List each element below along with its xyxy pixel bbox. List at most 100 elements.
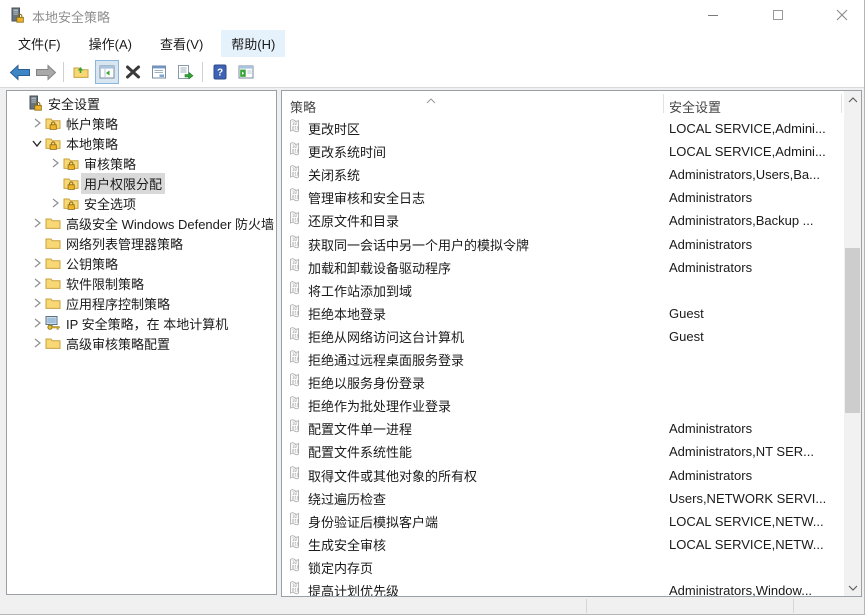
maximize-button[interactable] xyxy=(755,0,801,30)
policy-name[interactable]: 绕过遍历检查 xyxy=(308,489,386,508)
policy-row[interactable]: 10 010 配置文件单一进程 Administrators xyxy=(282,417,842,440)
policy-name[interactable]: 拒绝以服务身份登录 xyxy=(308,373,425,392)
policy-name[interactable]: 拒绝通过远程桌面服务登录 xyxy=(308,350,464,369)
export-list-button[interactable] xyxy=(173,60,197,84)
tree-item-label[interactable]: 软件限制策略 xyxy=(63,273,147,294)
policy-name[interactable]: 更改时区 xyxy=(308,119,360,138)
tree-item-label[interactable]: 帐户策略 xyxy=(63,113,121,134)
scroll-up-icon[interactable] xyxy=(844,91,861,108)
scroll-down-icon[interactable] xyxy=(844,579,861,596)
tree-item-11[interactable]: IP 安全策略，在 本地计算机 xyxy=(29,313,231,333)
policy-row[interactable]: 10 010 身份验证后模拟客户端 LOCAL SERVICE,NETW... xyxy=(282,510,842,533)
up-one-level-button[interactable] xyxy=(69,60,93,84)
policy-name[interactable]: 身份验证后模拟客户端 xyxy=(308,512,438,531)
policy-row[interactable]: 10 010 绕过遍历检查 Users,NETWORK SERVI... xyxy=(282,487,842,510)
policy-name[interactable]: 拒绝作为批处理作业登录 xyxy=(308,396,451,415)
tree-item-3[interactable]: 审核策略 xyxy=(47,153,139,173)
policy-name[interactable]: 取得文件或其他对象的所有权 xyxy=(308,466,477,485)
policy-name[interactable]: 提高计划优先级 xyxy=(308,581,399,596)
minimize-button[interactable] xyxy=(690,0,736,30)
policy-row[interactable]: 10 010 还原文件和目录 Administrators,Backup ... xyxy=(282,209,842,232)
tree-item-4[interactable]: 用户权限分配 xyxy=(47,172,166,194)
tree-item-label[interactable]: IP 安全策略，在 本地计算机 xyxy=(63,313,231,334)
chevron-right-icon[interactable] xyxy=(29,335,45,351)
policy-name[interactable]: 管理审核和安全日志 xyxy=(308,188,425,207)
column-header-security-setting[interactable]: 安全设置 xyxy=(669,97,721,116)
tree-item-5[interactable]: 安全选项 xyxy=(47,193,139,213)
close-button[interactable] xyxy=(819,0,864,30)
menu-item-2[interactable]: 查看(V) xyxy=(150,30,213,57)
chevron-right-icon[interactable] xyxy=(29,215,45,231)
policy-row[interactable]: 10 010 管理审核和安全日志 Administrators xyxy=(282,186,842,209)
policy-row[interactable]: 10 010 更改时区 LOCAL SERVICE,Admini... xyxy=(282,117,842,140)
policy-row[interactable]: 10 010 获取同一会话中另一个用户的模拟令牌 Administrators xyxy=(282,233,842,256)
tree-item-label[interactable]: 应用程序控制策略 xyxy=(63,293,173,314)
policy-name[interactable]: 配置文件系统性能 xyxy=(308,442,412,461)
policy-name[interactable]: 生成安全审核 xyxy=(308,535,386,554)
delete-button[interactable] xyxy=(121,60,145,84)
help-button[interactable]: ? xyxy=(208,60,232,84)
tree-item-label[interactable]: 审核策略 xyxy=(81,153,139,174)
chevron-right-icon[interactable] xyxy=(29,115,45,131)
tree-item-label[interactable]: 用户权限分配 xyxy=(81,172,166,194)
chevron-right-icon[interactable] xyxy=(29,315,45,331)
policy-name[interactable]: 加载和卸载设备驱动程序 xyxy=(308,258,451,277)
policy-name[interactable]: 关闭系统 xyxy=(308,165,360,184)
tree-item-10[interactable]: 应用程序控制策略 xyxy=(29,293,173,313)
policy-row[interactable]: 10 010 拒绝从网络访问这台计算机 Guest xyxy=(282,325,842,348)
policy-row[interactable]: 10 010 拒绝本地登录 Guest xyxy=(282,302,842,325)
menu-item-1[interactable]: 操作(A) xyxy=(79,30,142,57)
scrollbar-thumb[interactable] xyxy=(845,248,860,413)
policy-row[interactable]: 10 010 提高计划优先级 Administrators,Window... xyxy=(282,579,842,596)
column-divider[interactable] xyxy=(663,94,664,113)
policy-row[interactable]: 10 010 拒绝通过远程桌面服务登录 xyxy=(282,348,842,371)
policy-name[interactable]: 更改系统时间 xyxy=(308,142,386,161)
policy-row[interactable]: 10 010 拒绝以服务身份登录 xyxy=(282,371,842,394)
forward-button[interactable] xyxy=(34,60,58,84)
tree-item-label[interactable]: 公钥策略 xyxy=(63,253,121,274)
chevron-right-icon[interactable] xyxy=(29,295,45,311)
policy-row[interactable]: 10 010 更改系统时间 LOCAL SERVICE,Admini... xyxy=(282,140,842,163)
policy-name[interactable]: 配置文件单一进程 xyxy=(308,419,412,438)
column-header-policy[interactable]: 策略 xyxy=(290,97,316,116)
show-action-pane-button[interactable] xyxy=(234,60,258,84)
tree-item-1[interactable]: 帐户策略 xyxy=(29,113,121,133)
tree-item-7[interactable]: 网络列表管理器策略 xyxy=(29,233,186,253)
policy-name[interactable]: 拒绝从网络访问这台计算机 xyxy=(308,327,464,346)
chevron-right-icon[interactable] xyxy=(29,275,45,291)
policy-row[interactable]: 10 010 配置文件系统性能 Administrators,NT SER... xyxy=(282,440,842,463)
vertical-scrollbar[interactable] xyxy=(844,91,861,596)
tree-item-label[interactable]: 安全设置 xyxy=(45,93,103,114)
policy-row[interactable]: 10 010 关闭系统 Administrators,Users,Ba... xyxy=(282,163,842,186)
back-button[interactable] xyxy=(8,60,32,84)
tree-item-label[interactable]: 本地策略 xyxy=(63,133,121,154)
chevron-right-icon[interactable] xyxy=(47,195,63,211)
title-bar[interactable]: 本地安全策略 xyxy=(0,0,864,30)
tree-item-8[interactable]: 公钥策略 xyxy=(29,253,121,273)
tree-item-2[interactable]: 本地策略 xyxy=(29,133,121,153)
policy-row[interactable]: 10 010 拒绝作为批处理作业登录 xyxy=(282,394,842,417)
tree-item-6[interactable]: 高级安全 Windows Defender 防火墙 xyxy=(29,213,276,234)
menu-item-3[interactable]: 帮助(H) xyxy=(221,30,286,57)
chevron-down-icon[interactable] xyxy=(29,135,45,151)
policy-row[interactable]: 10 010 加载和卸载设备驱动程序 Administrators xyxy=(282,256,842,279)
show-hide-console-tree-button[interactable] xyxy=(95,60,119,84)
tree-item-label[interactable]: 安全选项 xyxy=(81,193,139,214)
chevron-right-icon[interactable] xyxy=(29,255,45,271)
tree-item-9[interactable]: 软件限制策略 xyxy=(29,273,147,293)
policy-name[interactable]: 锁定内存页 xyxy=(308,558,373,577)
policy-name[interactable]: 还原文件和目录 xyxy=(308,211,399,230)
policy-row[interactable]: 10 010 锁定内存页 xyxy=(282,556,842,579)
tree-item-label[interactable]: 高级安全 Windows Defender 防火墙 xyxy=(63,213,276,234)
policy-name[interactable]: 获取同一会话中另一个用户的模拟令牌 xyxy=(308,235,529,254)
column-divider[interactable] xyxy=(841,94,842,113)
policy-name[interactable]: 拒绝本地登录 xyxy=(308,304,386,323)
tree-item-0[interactable]: 安全设置 xyxy=(11,93,103,113)
menu-item-0[interactable]: 文件(F) xyxy=(8,30,71,57)
policy-name[interactable]: 将工作站添加到域 xyxy=(308,281,412,300)
properties-button[interactable] xyxy=(147,60,171,84)
policy-row[interactable]: 10 010 生成安全审核 LOCAL SERVICE,NETW... xyxy=(282,533,842,556)
tree-item-12[interactable]: 高级审核策略配置 xyxy=(29,333,173,353)
policy-row[interactable]: 10 010 将工作站添加到域 xyxy=(282,279,842,302)
tree-item-label[interactable]: 网络列表管理器策略 xyxy=(63,233,186,254)
